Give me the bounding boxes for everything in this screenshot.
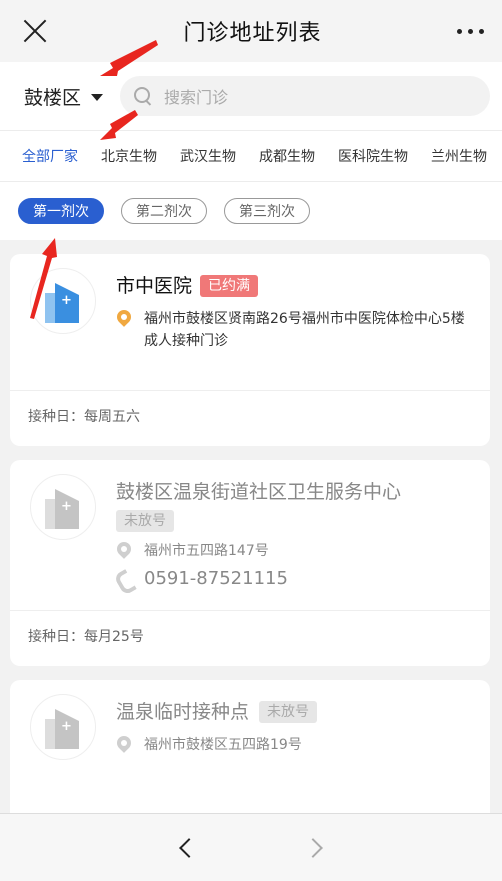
more-icon[interactable]: [456, 28, 484, 34]
clinic-address: 福州市五四路147号: [144, 543, 269, 559]
search-icon: [134, 87, 152, 105]
clinic-card[interactable]: + 市中医院 已约满 福州市鼓楼区贤南路26号福州市中医院体检中心5楼成人接种门…: [10, 254, 490, 446]
location-pin-icon: [116, 736, 132, 756]
tab-wuhan-bio[interactable]: 武汉生物: [180, 146, 236, 166]
dose-first-button[interactable]: 第一剂次: [18, 198, 104, 224]
back-chevron-icon[interactable]: [179, 837, 199, 858]
status-badge: 已约满: [200, 275, 259, 297]
district-label: 鼓楼区: [24, 86, 82, 109]
location-pin-icon: [116, 310, 132, 330]
tab-yikeyuan-bio[interactable]: 医科院生物: [338, 146, 408, 166]
tab-lanzhou-bio[interactable]: 兰州生物: [431, 146, 487, 166]
forward-chevron-icon[interactable]: [303, 837, 323, 858]
vaccination-day: 接种日：每月25号: [10, 610, 490, 660]
search-bar: 鼓楼区 搜索门诊: [0, 62, 502, 130]
status-badge: 未放号: [259, 701, 318, 723]
caret-down-icon: [91, 94, 104, 101]
search-input[interactable]: 搜索门诊: [120, 76, 490, 116]
clinic-name: 鼓楼区温泉街道社区卫生服务中心: [116, 481, 402, 503]
bottom-toolbar: [0, 813, 502, 881]
tab-all-manufacturers[interactable]: 全部厂家: [22, 146, 78, 166]
clinic-address: 福州市鼓楼区贤南路26号福州市中医院体检中心5楼成人接种门诊: [144, 311, 465, 349]
search-placeholder: 搜索门诊: [164, 88, 229, 107]
location-pin-icon: [116, 542, 132, 562]
manufacturer-tabs: 全部厂家 北京生物 武汉生物 成都生物 医科院生物 兰州生物: [0, 130, 502, 182]
clinic-card[interactable]: + 鼓楼区温泉街道社区卫生服务中心 未放号 福州市五四路147号 0591-87…: [10, 460, 490, 666]
tab-chengdu-bio[interactable]: 成都生物: [259, 146, 315, 166]
tab-beijing-bio[interactable]: 北京生物: [101, 146, 157, 166]
page-title: 门诊地址列表: [183, 21, 322, 46]
close-icon[interactable]: [22, 18, 48, 44]
clinic-address: 福州市鼓楼区五四路19号: [144, 737, 302, 753]
phone-icon: [116, 570, 132, 588]
clinic-name: 市中医院: [116, 275, 193, 297]
dose-third-button[interactable]: 第三剂次: [224, 198, 310, 224]
dose-second-button[interactable]: 第二剂次: [121, 198, 207, 224]
clinic-name: 温泉临时接种点: [116, 701, 250, 723]
status-badge: 未放号: [116, 510, 174, 532]
top-nav-bar: 门诊地址列表: [0, 0, 502, 62]
clinic-phone[interactable]: 0591-87521115: [144, 568, 288, 589]
vaccination-day: 接种日：每周五六: [10, 390, 490, 440]
district-selector[interactable]: 鼓楼区: [24, 83, 120, 110]
dose-filter: 第一剂次 第二剂次 第三剂次: [0, 182, 502, 240]
